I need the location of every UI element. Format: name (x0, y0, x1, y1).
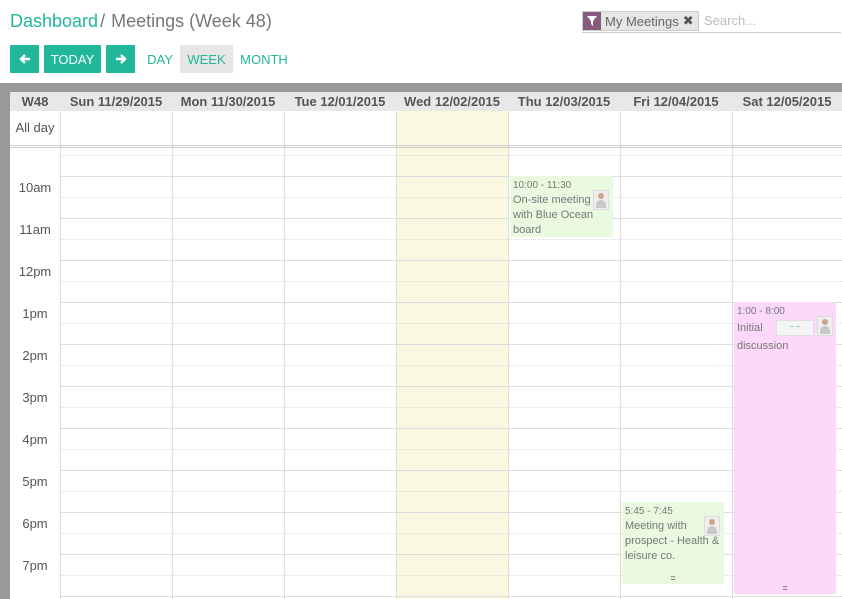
calendar-header: W48 Sun 11/29/2015 Mon 11/30/2015 Tue 12… (10, 92, 842, 111)
view-month-button[interactable]: MONTH (235, 45, 293, 73)
day-header[interactable]: Wed 12/02/2015 (396, 92, 508, 111)
attendee-avatar-icon (817, 316, 833, 336)
grid-line (60, 344, 842, 345)
week-number: W48 (21, 94, 49, 109)
hour-label: 3pm (22, 390, 48, 405)
previous-button[interactable] (10, 45, 39, 73)
grid-line (60, 533, 842, 534)
event-onsite-meeting[interactable]: 10:00 - 11:30 On-site meeting with Blue … (510, 176, 613, 237)
day-column-mon[interactable] (172, 111, 285, 599)
day-header[interactable]: Sat 12/05/2015 (732, 92, 842, 111)
grid-line (60, 575, 842, 576)
grid-line (60, 239, 842, 240)
event-initial-discussion[interactable]: 1:00 - 8:00 Initial discussion ~ ~ = (734, 302, 836, 594)
hour-label: 1pm (22, 306, 48, 321)
view-day-button[interactable]: DAY (142, 45, 178, 73)
grid-line (60, 176, 842, 177)
grid-line (60, 197, 842, 198)
grid-line (60, 155, 842, 156)
hour-label: 2pm (22, 348, 48, 363)
day-header[interactable]: Sun 11/29/2015 (60, 92, 172, 111)
filter-icon (583, 12, 601, 30)
search-bar: My Meetings ✖ (582, 11, 841, 33)
day-header[interactable]: Fri 12/04/2015 (620, 92, 732, 111)
facet-label: My Meetings (605, 13, 679, 29)
day-column-wed-today[interactable] (396, 111, 509, 599)
next-button[interactable] (106, 45, 135, 73)
all-day-label: All day (15, 120, 55, 135)
breadcrumb: Dashboard / Meetings (Week 48) (10, 11, 272, 32)
day-header[interactable]: Mon 11/30/2015 (172, 92, 284, 111)
grid-line (60, 449, 842, 450)
attendee-avatar-icon (704, 516, 720, 536)
grid-line (60, 491, 842, 492)
facet-close-icon[interactable]: ✖ (683, 13, 698, 29)
grid-line (60, 470, 842, 471)
grid-line (60, 365, 842, 366)
event-title: Initial discussion (737, 322, 789, 352)
grid-line (60, 554, 842, 555)
day-header[interactable]: Thu 12/03/2015 (508, 92, 620, 111)
calendar-left-border (0, 83, 10, 599)
event-title: On-site meeting with Blue Ocean board (513, 194, 594, 236)
grid-line (60, 260, 842, 261)
attendee-avatar-icon (593, 190, 609, 210)
view-week-button[interactable]: WEEK (180, 45, 233, 73)
grid-line (60, 596, 842, 597)
search-input[interactable] (704, 11, 839, 29)
calendar-top-border (0, 83, 842, 92)
week-calendar: W48 Sun 11/29/2015 Mon 11/30/2015 Tue 12… (10, 92, 842, 599)
day-column-sun[interactable] (60, 111, 173, 599)
resize-handle-icon[interactable]: = (734, 584, 836, 593)
hour-label: 4pm (22, 432, 48, 447)
hour-label: 12pm (18, 264, 52, 279)
company-logo-icon: ~ ~ (776, 320, 814, 336)
grid-line (60, 323, 842, 324)
hour-label: 6pm (22, 516, 48, 531)
grid-line (60, 512, 842, 513)
event-meeting-with-prospect[interactable]: 5:45 - 7:45 Meeting with prospect - Heal… (622, 502, 724, 584)
hour-label: 10am (18, 180, 52, 195)
grid-line (60, 386, 842, 387)
hour-label: 7pm (22, 558, 48, 573)
grid-line (60, 218, 842, 219)
grid-line (60, 407, 842, 408)
breadcrumb-separator: / (100, 11, 106, 31)
hour-label: 11am (19, 222, 51, 237)
all-day-row[interactable]: All day (10, 111, 842, 148)
hour-label: 5pm (22, 474, 48, 489)
page-title: Meetings (Week 48) (111, 11, 272, 31)
resize-handle-icon[interactable]: = (622, 574, 724, 583)
grid-line (60, 281, 842, 282)
search-facet-my-meetings: My Meetings ✖ (582, 11, 699, 31)
grid-line (60, 428, 842, 429)
breadcrumb-dashboard-link[interactable]: Dashboard (10, 11, 98, 31)
today-button[interactable]: TODAY (44, 45, 101, 73)
arrow-left-icon (18, 54, 30, 64)
day-column-tue[interactable] (284, 111, 397, 599)
grid-line (60, 302, 842, 303)
arrow-right-icon (115, 54, 127, 64)
day-header[interactable]: Tue 12/01/2015 (284, 92, 396, 111)
